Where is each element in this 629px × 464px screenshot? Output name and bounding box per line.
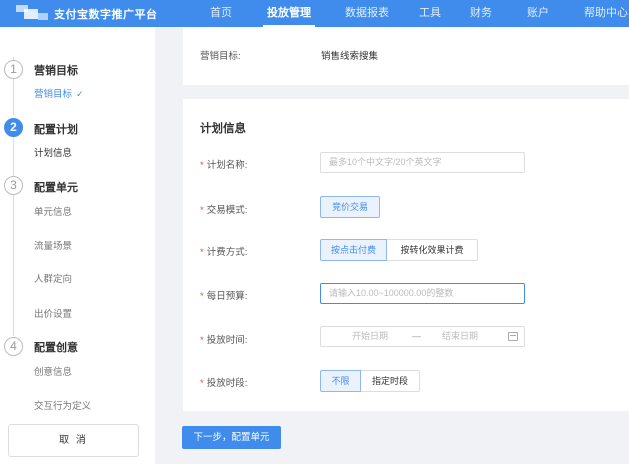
check-icon: ✓ xyxy=(76,89,84,99)
sidebar-item-bid-settings[interactable]: 出价设置 xyxy=(34,306,72,320)
step-3-number: 3 xyxy=(4,176,23,195)
time-slot-label: * 投放时段: xyxy=(200,378,248,389)
step-2-title: 配置计划 xyxy=(34,124,78,136)
section-title: 计划信息 xyxy=(200,123,246,135)
sidebar-item-unit-info[interactable]: 单元信息 xyxy=(34,204,72,218)
sidebar-item-interaction-definition[interactable]: 交互行为定义 xyxy=(34,398,91,412)
sidebar-item-marketing-goal[interactable]: 营销目标 ✓ xyxy=(34,86,84,100)
date-separator: — xyxy=(412,331,421,341)
step-4-number: 4 xyxy=(4,337,23,356)
step-3-title: 配置单元 xyxy=(34,182,78,194)
next-step-button[interactable]: 下一步，配置单元 xyxy=(182,426,281,449)
top-navigation-bar: 支付宝数字推广平台 首页 投放管理 数据报表 工具 财务 账户 帮助中心 xyxy=(0,0,629,27)
required-mark: * xyxy=(200,247,204,258)
schedule-date-label: * 投放时间: xyxy=(200,335,248,346)
step-sidebar: 1 营销目标 营销目标 ✓ 2 配置计划 计划信息 3 配置单元 单元信息 流量场… xyxy=(0,27,155,464)
nav-home[interactable]: 首页 xyxy=(210,0,232,27)
goal-value: 销售线索搜集 xyxy=(321,51,379,62)
billing-method-label: * 计费方式: xyxy=(200,247,248,258)
sidebar-item-plan-info[interactable]: 计划信息 xyxy=(34,145,72,159)
plan-info-panel: 计划信息 * 计划名称: 最多10个中文字/20个英文字 * 交易模式: 竞价交易 … xyxy=(183,99,629,411)
nav-tools[interactable]: 工具 xyxy=(419,0,441,27)
sidebar-item-audience-targeting[interactable]: 人群定向 xyxy=(34,271,72,285)
daily-budget-label: * 每日预算: xyxy=(200,291,248,302)
start-date-placeholder: 开始日期 xyxy=(352,331,389,341)
step-1-title: 营销目标 xyxy=(34,65,78,77)
billing-cpc-button[interactable]: 按点击付费 xyxy=(320,239,387,261)
sidebar-item-traffic-scene[interactable]: 流量场景 xyxy=(34,238,72,252)
required-mark: * xyxy=(200,205,204,216)
nav-campaign-management[interactable]: 投放管理 xyxy=(267,0,311,27)
required-mark: * xyxy=(200,291,204,302)
end-date-placeholder: 结束日期 xyxy=(442,331,479,341)
step-connector xyxy=(13,137,14,178)
calendar-icon xyxy=(508,332,518,341)
step-4-title: 配置创意 xyxy=(34,342,78,354)
goal-label: 营销目标: xyxy=(200,51,241,62)
required-mark: * xyxy=(200,160,204,171)
required-mark: * xyxy=(200,378,204,389)
required-mark: * xyxy=(200,335,204,346)
trade-mode-label: * 交易模式: xyxy=(200,205,248,216)
brand-name: 支付宝数字推广平台 xyxy=(54,9,158,21)
trade-mode-bidding-button[interactable]: 竞价交易 xyxy=(320,196,380,218)
plan-name-label: * 计划名称: xyxy=(200,160,248,171)
cancel-button[interactable]: 取 消 xyxy=(8,424,139,457)
alipay-logo xyxy=(12,3,52,23)
step-connector xyxy=(13,195,14,336)
step-1-number: 1 xyxy=(4,60,23,79)
billing-cpa-button[interactable]: 按转化效果计费 xyxy=(387,239,478,261)
time-slot-specified-button[interactable]: 指定时段 xyxy=(361,370,420,392)
nav-finance[interactable]: 财务 xyxy=(470,0,492,27)
plan-name-input[interactable]: 最多10个中文字/20个英文字 xyxy=(320,152,525,173)
nav-data-reports[interactable]: 数据报表 xyxy=(345,0,389,27)
date-range-picker[interactable]: 开始日期 — 结束日期 xyxy=(320,326,525,347)
step-2-number: 2 xyxy=(4,118,23,137)
time-slot-unlimited-button[interactable]: 不限 xyxy=(320,370,361,392)
daily-budget-input[interactable]: 请输入10.00~100000.00的整数 xyxy=(320,283,525,304)
sidebar-item-creative-info[interactable]: 创意信息 xyxy=(34,364,72,378)
nav-account[interactable]: 账户 xyxy=(527,0,549,27)
nav-help-center[interactable]: 帮助中心 xyxy=(584,0,628,27)
goal-panel: 营销目标: 销售线索搜集 xyxy=(183,27,629,85)
